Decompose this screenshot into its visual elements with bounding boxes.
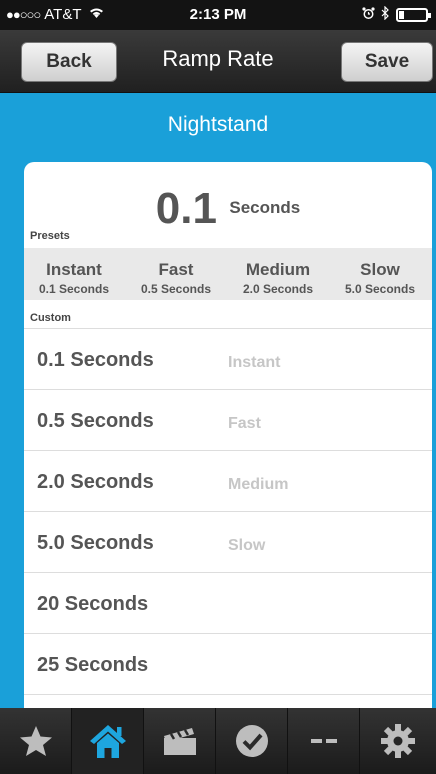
battery-icon <box>396 7 431 22</box>
preset-name: Slow <box>360 260 400 279</box>
presets-label: Presets <box>30 230 70 242</box>
preset-fast[interactable]: Fast 0.5 Seconds <box>124 248 228 300</box>
item-duration: 0.1 Seconds <box>37 349 154 371</box>
list-item[interactable]: 0.5 Seconds Fast <box>24 390 432 451</box>
current-unit: Seconds <box>229 198 301 217</box>
tab-settings[interactable] <box>360 708 436 774</box>
custom-list: 0.1 Seconds Instant 0.5 Seconds Fast 2.0… <box>24 328 432 708</box>
preset-name: Instant <box>46 260 102 279</box>
scene-clapper-icon <box>162 725 198 757</box>
alarm-clock-icon <box>362 6 375 23</box>
list-item[interactable]: 0.1 Seconds Instant <box>24 329 432 390</box>
tab-favorites[interactable] <box>0 708 72 774</box>
home-icon <box>88 723 128 759</box>
save-button-label: Save <box>364 51 410 72</box>
list-item[interactable]: 2.0 Seconds Medium <box>24 451 432 512</box>
item-description: Medium <box>228 476 289 493</box>
tab-more[interactable] <box>288 708 360 774</box>
tab-status[interactable] <box>216 708 288 774</box>
item-description: Slow <box>228 537 266 554</box>
tab-scenes[interactable] <box>144 708 216 774</box>
bluetooth-icon <box>381 5 390 23</box>
item-duration: 0.5 Seconds <box>37 410 154 432</box>
tab-home[interactable] <box>72 708 144 774</box>
item-duration: 2.0 Seconds <box>37 471 154 493</box>
list-item[interactable]: 5.0 Seconds Slow <box>24 512 432 573</box>
item-duration: 20 Seconds <box>37 593 149 615</box>
preset-duration: 0.5 Seconds <box>140 282 212 296</box>
save-button[interactable]: Save <box>341 42 433 82</box>
status-right <box>362 5 431 23</box>
dash-icon <box>310 738 337 744</box>
preset-duration: 2.0 Seconds <box>242 282 314 296</box>
device-name: Nightstand <box>167 113 269 136</box>
checkmark-circle-icon <box>235 724 269 758</box>
navigation-bar: Back Ramp Rate Save <box>0 30 436 93</box>
status-bar: ●●○○○ AT&T 2:13 PM <box>0 0 436 30</box>
preset-name: Medium <box>245 260 311 279</box>
preset-medium[interactable]: Medium 2.0 Seconds <box>228 248 328 300</box>
item-description: Instant <box>228 354 281 371</box>
current-value: 0.1 <box>155 184 217 233</box>
gear-icon <box>380 723 416 759</box>
preset-instant[interactable]: Instant 0.1 Seconds <box>24 248 124 300</box>
list-item[interactable] <box>24 695 432 708</box>
preset-duration: 0.1 Seconds <box>38 282 110 296</box>
tab-bar <box>0 708 436 774</box>
item-duration: 5.0 Seconds <box>37 532 154 554</box>
list-item[interactable]: 20 Seconds <box>24 573 432 634</box>
current-ramp-rate: 0.1 Seconds <box>24 184 432 234</box>
ramp-rate-card: 0.1 Seconds Presets Instant 0.1 Seconds … <box>24 162 432 708</box>
custom-label: Custom <box>30 312 71 324</box>
preset-name: Fast <box>158 260 194 279</box>
star-icon <box>19 725 53 757</box>
presets-row: Instant 0.1 Seconds Fast 0.5 Seconds Med… <box>24 248 432 300</box>
item-duration: 25 Seconds <box>37 654 149 676</box>
item-description: Fast <box>228 415 261 432</box>
preset-duration: 5.0 Seconds <box>344 282 416 296</box>
list-item[interactable]: 25 Seconds <box>24 634 432 695</box>
preset-slow[interactable]: Slow 5.0 Seconds <box>328 248 432 300</box>
